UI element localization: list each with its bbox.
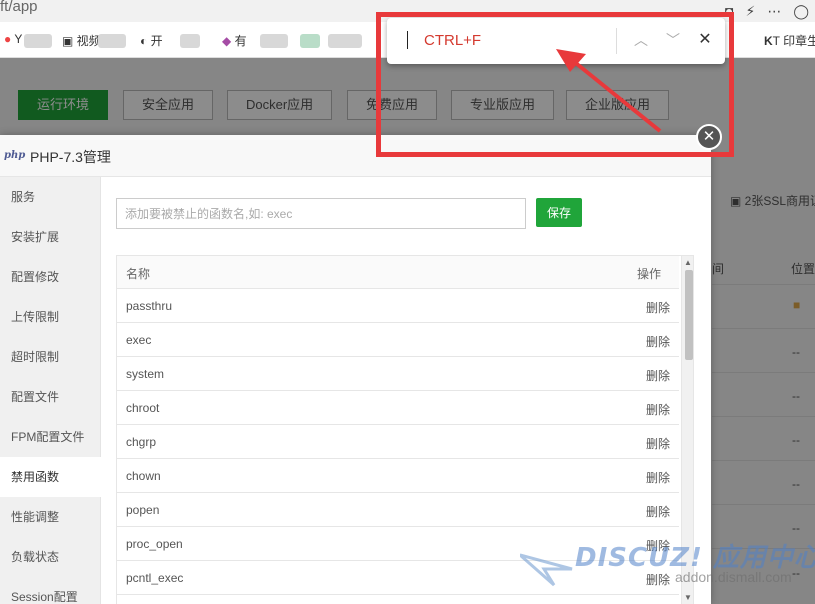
annotation-arrow-icon <box>556 49 662 133</box>
watermark: DISCUZ! 应用中心 addon.dismall.com <box>520 537 815 597</box>
watermark-bird-icon <box>520 553 573 587</box>
watermark-url: addon.dismall.com <box>675 569 792 585</box>
dialog-close-icon[interactable]: ✕ <box>696 124 722 150</box>
